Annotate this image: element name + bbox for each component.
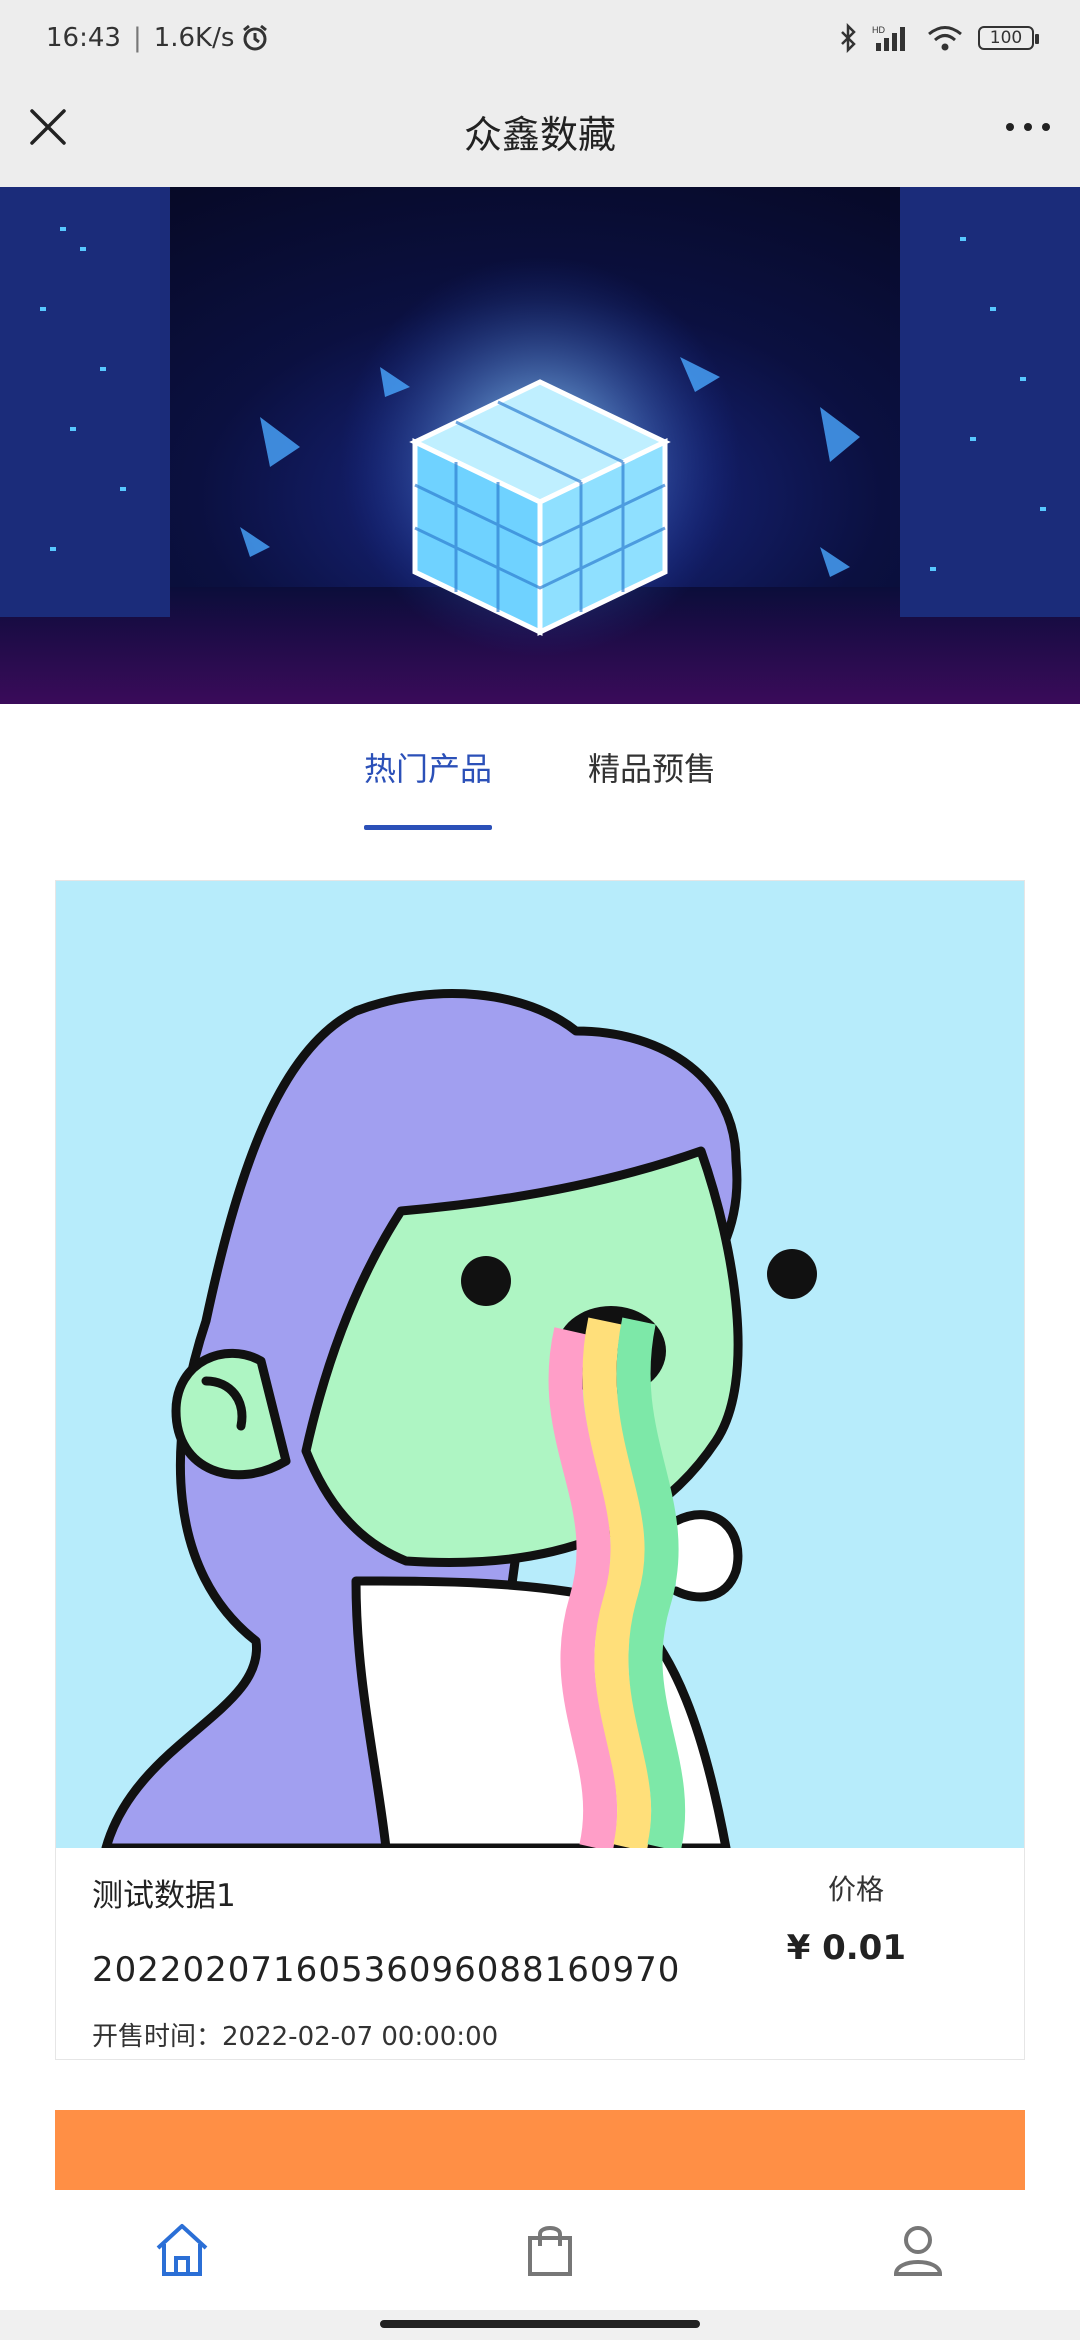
product-info: 测试数据1 20220207160536096088160970 开售时间：20… bbox=[56, 1848, 1024, 2059]
close-icon[interactable] bbox=[26, 105, 70, 149]
more-icon[interactable] bbox=[1002, 105, 1054, 149]
sale-time-value: 2022-02-07 00:00:00 bbox=[222, 2022, 499, 2052]
product-name: 测试数据1 bbox=[92, 1878, 236, 1914]
nft-artwork bbox=[101, 989, 817, 1848]
status-time: 16:43 bbox=[46, 22, 121, 53]
status-left: 16:43 | 1.6K/s bbox=[46, 23, 270, 53]
tab-bar: 热门产品 精品预售 bbox=[0, 704, 1080, 830]
status-bar: 16:43 | 1.6K/s HD 100 bbox=[0, 0, 1080, 75]
gesture-bar bbox=[0, 2310, 1080, 2340]
left-building bbox=[0, 187, 170, 617]
battery-icon: 100 bbox=[978, 25, 1039, 50]
bluetooth-icon bbox=[841, 22, 856, 53]
shopping-bag-icon[interactable] bbox=[518, 2218, 582, 2282]
tab-label: 热门产品 bbox=[363, 750, 492, 788]
more-dot bbox=[1006, 123, 1014, 131]
status-separator: | bbox=[132, 22, 142, 53]
next-product-card[interactable] bbox=[55, 2110, 1025, 2190]
status-right: HD 100 bbox=[838, 22, 1039, 53]
svg-text:HD: HD bbox=[872, 25, 885, 35]
page-title: 众鑫数藏 bbox=[463, 112, 616, 157]
wifi-icon bbox=[928, 25, 962, 50]
battery-level: 100 bbox=[989, 27, 1023, 48]
price-label: 价格 bbox=[827, 1873, 884, 1906]
home-indicator[interactable] bbox=[380, 2320, 700, 2328]
nav-bar: 众鑫数藏 bbox=[0, 75, 1080, 187]
tab-label: 精品预售 bbox=[588, 750, 717, 788]
alarm-icon bbox=[243, 24, 268, 50]
tab-hot-products[interactable]: 热门产品 bbox=[363, 704, 492, 830]
product-image bbox=[56, 881, 1024, 1848]
product-id: 20220207160536096088160970 bbox=[92, 1950, 681, 1990]
right-building bbox=[900, 187, 1080, 617]
more-dot bbox=[1024, 123, 1032, 131]
more-dot bbox=[1042, 123, 1050, 131]
net-speed: 1.6K/s bbox=[153, 22, 235, 53]
signal-icon: HD bbox=[872, 25, 905, 51]
home-icon[interactable] bbox=[150, 2218, 214, 2282]
product-card[interactable]: 测试数据1 20220207160536096088160970 开售时间：20… bbox=[55, 880, 1025, 2060]
banner-art bbox=[0, 187, 1080, 704]
tab-presale[interactable]: 精品预售 bbox=[588, 704, 716, 830]
sale-time-label: 开售时间： bbox=[92, 2022, 223, 2052]
user-icon[interactable] bbox=[886, 2218, 950, 2282]
price-value: ¥ 0.01 bbox=[786, 1928, 906, 1968]
tab-underline bbox=[363, 825, 492, 830]
bottom-nav bbox=[0, 2190, 1080, 2310]
sale-time: 开售时间：2022-02-07 00:00:00 bbox=[92, 2016, 498, 2053]
banner-image[interactable] bbox=[0, 187, 1080, 704]
